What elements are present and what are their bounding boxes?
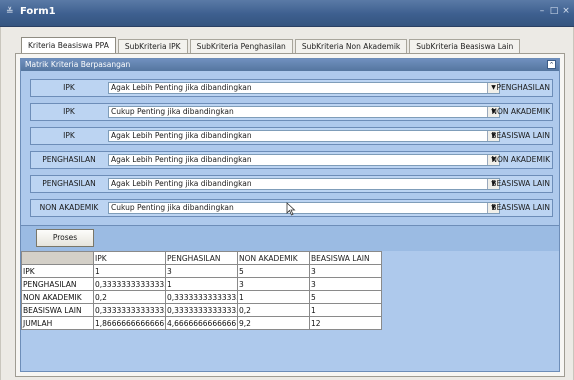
grid-row: JUMLAH 1,86666666666667 4,66666666666667… xyxy=(21,316,382,330)
grid-row-header[interactable]: NON AKADEMIK xyxy=(21,290,94,304)
comparison-select-value: Agak Lebih Penting jika dibandingkan xyxy=(111,131,252,140)
grid-cell[interactable]: 0,2 xyxy=(237,303,310,317)
grid-cell[interactable]: 12 xyxy=(309,316,382,330)
grid-cell[interactable]: 0,333333333333333 xyxy=(165,303,238,317)
comparison-right-label: BEASISWA LAIN xyxy=(491,131,550,140)
comparison-row: PENGHASILAN Agak Lebih Penting jika diba… xyxy=(30,151,553,169)
comparison-select[interactable]: Cukup Penting jika dibandingkan ▼ xyxy=(108,106,500,118)
tab-panel: Matrik Kriteria Berpasangan ⌃ IPK Agak L… xyxy=(15,53,565,377)
grid-header-row: IPK PENGHASILAN NON AKADEMIK BEASISWA LA… xyxy=(21,251,382,265)
process-bar: Proses xyxy=(21,225,559,251)
grid-row-header[interactable]: BEASISWA LAIN xyxy=(21,303,94,317)
grid-column-header[interactable]: NON AKADEMIK xyxy=(237,251,310,265)
grid-row: NON AKADEMIK 0,2 0,333333333333333 1 5 xyxy=(21,290,382,304)
comparison-row: IPK Agak Lebih Penting jika dibandingkan… xyxy=(30,127,553,145)
comparison-right-label: BEASISWA LAIN xyxy=(491,179,550,188)
panel-header: Matrik Kriteria Berpasangan ⌃ xyxy=(21,59,559,71)
grid-row-header[interactable]: IPK xyxy=(21,264,94,278)
process-button[interactable]: Proses xyxy=(36,229,94,247)
comparison-left-label: NON AKADEMIK xyxy=(39,203,99,212)
tab-subkriteria-non-akademik[interactable]: SubKriteria Non Akademik xyxy=(294,39,408,54)
matrix-grid: IPK PENGHASILAN NON AKADEMIK BEASISWA LA… xyxy=(21,251,382,330)
comparison-left-label: IPK xyxy=(63,83,75,92)
grid-cell[interactable]: 0,333333333333333 xyxy=(93,277,166,291)
comparison-right-label: NON AKADEMIK xyxy=(491,107,550,116)
grid-cell[interactable]: 3 xyxy=(309,264,382,278)
matrix-panel: Matrik Kriteria Berpasangan ⌃ IPK Agak L… xyxy=(20,58,560,372)
close-icon[interactable]: × xyxy=(561,6,571,16)
window-title-bar[interactable]: ≚ Form1 – □ × xyxy=(0,0,574,27)
comparison-select-value: Cukup Penting jika dibandingkan xyxy=(111,203,234,212)
grid-column-header[interactable]: IPK xyxy=(93,251,166,265)
minimize-icon[interactable]: – xyxy=(537,6,547,16)
grid-row-header[interactable]: PENGHASILAN xyxy=(21,277,94,291)
form-body: Kriteria Beasiswa PPA SubKriteria IPK Su… xyxy=(0,27,574,380)
comparison-select[interactable]: Cukup Penting jika dibandingkan ▼ xyxy=(108,202,500,214)
grid-cell[interactable]: 0,2 xyxy=(93,290,166,304)
grid-row: BEASISWA LAIN 0,333333333333333 0,333333… xyxy=(21,303,382,317)
grid-cell[interactable]: 1 xyxy=(165,277,238,291)
grid-row: IPK 1 3 5 3 xyxy=(21,264,382,278)
tab-kriteria-beasiswa-ppa[interactable]: Kriteria Beasiswa PPA xyxy=(21,37,116,54)
comparison-left-label: IPK xyxy=(63,107,75,116)
grid-row: PENGHASILAN 0,333333333333333 1 3 3 xyxy=(21,277,382,291)
tab-subkriteria-beasiswa-lain[interactable]: SubKriteria Beasiswa Lain xyxy=(409,39,521,54)
collapse-icon[interactable]: ⌃ xyxy=(547,60,556,69)
comparison-row: PENGHASILAN Agak Lebih Penting jika diba… xyxy=(30,175,553,193)
grid-cell[interactable]: 1,86666666666667 xyxy=(93,316,166,330)
grid-column-header[interactable]: PENGHASILAN xyxy=(165,251,238,265)
panel-title: Matrik Kriteria Berpasangan xyxy=(25,60,131,69)
comparison-left-label: PENGHASILAN xyxy=(42,155,96,164)
app-icon: ≚ xyxy=(6,7,14,17)
comparison-select[interactable]: Agak Lebih Penting jika dibandingkan ▼ xyxy=(108,130,500,142)
tab-strip: Kriteria Beasiswa PPA SubKriteria IPK Su… xyxy=(21,37,522,54)
matrix-grid-area: IPK PENGHASILAN NON AKADEMIK BEASISWA LA… xyxy=(21,251,559,330)
comparison-select[interactable]: Agak Lebih Penting jika dibandingkan ▼ xyxy=(108,154,500,166)
comparison-right-label: PENGHASILAN xyxy=(496,83,550,92)
comparison-select-value: Agak Lebih Penting jika dibandingkan xyxy=(111,179,252,188)
grid-cell[interactable]: 5 xyxy=(237,264,310,278)
grid-cell[interactable]: 1 xyxy=(93,264,166,278)
comparison-row: IPK Cukup Penting jika dibandingkan ▼ NO… xyxy=(30,103,553,121)
grid-cell[interactable]: 3 xyxy=(237,277,310,291)
comparison-right-label: NON AKADEMIK xyxy=(491,155,550,164)
comparison-select[interactable]: Agak Lebih Penting jika dibandingkan ▼ xyxy=(108,178,500,190)
comparison-left-label: IPK xyxy=(63,131,75,140)
grid-cell[interactable]: 1 xyxy=(309,303,382,317)
grid-column-header[interactable]: BEASISWA LAIN xyxy=(309,251,382,265)
grid-cell[interactable]: 4,66666666666667 xyxy=(165,316,238,330)
comparison-select-value: Cukup Penting jika dibandingkan xyxy=(111,107,234,116)
grid-cell[interactable]: 0,333333333333333 xyxy=(93,303,166,317)
comparison-right-label: BEASISWA LAIN xyxy=(491,203,550,212)
comparison-select[interactable]: Agak Lebih Penting jika dibandingkan ▼ xyxy=(108,82,500,94)
comparison-left-label: PENGHASILAN xyxy=(42,179,96,188)
mouse-cursor-icon xyxy=(286,202,296,216)
grid-cell[interactable]: 9,2 xyxy=(237,316,310,330)
tab-subkriteria-penghasilan[interactable]: SubKriteria Penghasilan xyxy=(189,39,293,54)
comparison-select-value: Agak Lebih Penting jika dibandingkan xyxy=(111,83,252,92)
grid-cell[interactable]: 5 xyxy=(309,290,382,304)
grid-cell[interactable]: 3 xyxy=(165,264,238,278)
grid-cell[interactable]: 0,333333333333333 xyxy=(165,290,238,304)
grid-row-header[interactable]: JUMLAH xyxy=(21,316,94,330)
maximize-icon[interactable]: □ xyxy=(549,6,559,16)
grid-corner-cell xyxy=(21,251,94,265)
comparison-select-value: Agak Lebih Penting jika dibandingkan xyxy=(111,155,252,164)
grid-cell[interactable]: 3 xyxy=(309,277,382,291)
window-title: Form1 xyxy=(20,6,56,17)
comparison-row: IPK Agak Lebih Penting jika dibandingkan… xyxy=(30,79,553,97)
tab-subkriteria-ipk[interactable]: SubKriteria IPK xyxy=(117,39,188,54)
grid-cell[interactable]: 1 xyxy=(237,290,310,304)
